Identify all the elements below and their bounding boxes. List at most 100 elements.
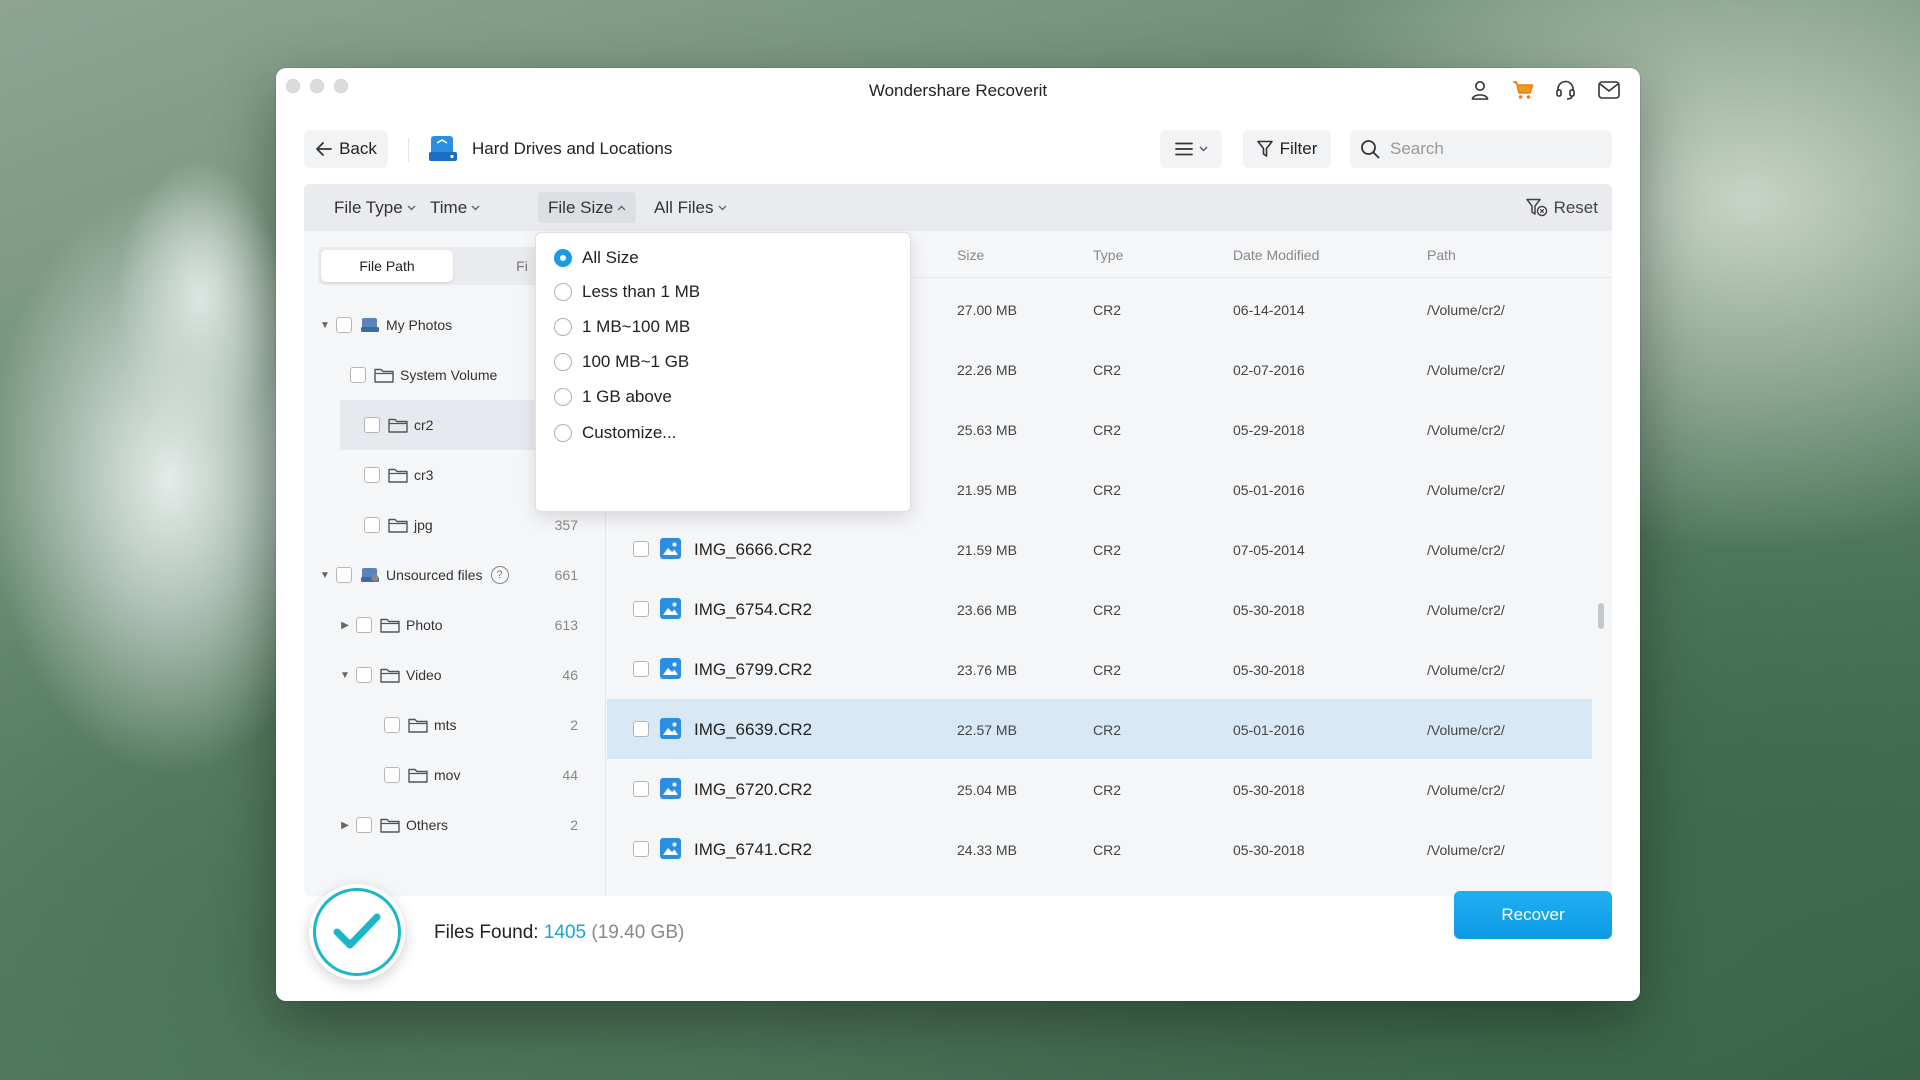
column-date-modified[interactable]: Date Modified [1233, 247, 1319, 263]
tree-item-mts[interactable]: mts 2 [304, 700, 606, 750]
headset-icon[interactable] [1554, 78, 1577, 101]
file-type: CR2 [1093, 482, 1122, 498]
file-size: 21.59 MB [957, 542, 1017, 558]
recover-button[interactable]: Recover [1454, 891, 1612, 939]
search-box[interactable] [1350, 130, 1612, 168]
file-row[interactable]: IMG_6799.CR2 23.76 MB CR2 05-30-2018/Volume… [607, 639, 1592, 699]
expand-arrow-icon[interactable]: ▼ [318, 570, 332, 581]
folder-icon [374, 368, 394, 383]
tree-checkbox[interactable] [364, 517, 380, 533]
view-mode-button[interactable] [1160, 130, 1222, 168]
time-filter[interactable]: Time [420, 192, 490, 223]
scrollbar[interactable] [1598, 603, 1604, 629]
row-checkbox[interactable] [633, 661, 649, 677]
tree-item-label: Others [406, 817, 449, 833]
file-size: 24.33 MB [957, 842, 1017, 858]
tree-item-mov[interactable]: mov 44 [304, 750, 606, 800]
image-file-icon [660, 598, 681, 619]
tree-item-label: My Photos [386, 317, 453, 333]
row-checkbox[interactable] [633, 541, 649, 557]
size-option-1mb-100mb[interactable]: 1 MB~100 MB [554, 312, 690, 342]
mail-icon[interactable] [1597, 78, 1620, 101]
tree-checkbox[interactable] [364, 467, 380, 483]
expand-arrow-icon[interactable]: ▼ [318, 320, 332, 331]
tree-checkbox[interactable] [356, 817, 372, 833]
all-files-filter[interactable]: All Files [644, 192, 737, 223]
filter-button[interactable]: Filter [1243, 130, 1331, 168]
column-type[interactable]: Type [1093, 247, 1123, 263]
tree-checkbox[interactable] [384, 717, 400, 733]
radio-button[interactable] [554, 388, 572, 406]
tree-checkbox[interactable] [336, 567, 352, 583]
image-file-icon [660, 718, 681, 739]
back-button[interactable]: Back [304, 130, 388, 168]
cart-icon[interactable] [1511, 78, 1534, 101]
size-option-1gb-above[interactable]: 1 GB above [554, 382, 672, 412]
row-checkbox[interactable] [633, 781, 649, 797]
file-row[interactable]: IMG_6639.CR2 22.57 MB CR2 05-01-2016/Volume… [607, 699, 1592, 759]
row-checkbox[interactable] [633, 601, 649, 617]
tree-item-others[interactable]: ▶ Others 2 [304, 800, 606, 850]
image-file-icon [660, 538, 681, 559]
tree-checkbox[interactable] [356, 667, 372, 683]
file-row[interactable]: IMG_6666.CR2 21.59 MB CR2 07-05-2014/Volume… [607, 519, 1592, 579]
file-type: CR2 [1093, 722, 1122, 738]
expand-arrow-icon[interactable]: ▶ [338, 820, 352, 831]
radio-button[interactable] [554, 318, 572, 336]
tree-item-unsourced-files[interactable]: ▼ Unsourced files ? 661 [304, 550, 606, 600]
file-size: 23.66 MB [957, 602, 1017, 618]
tree-item-label: mts [434, 717, 457, 733]
size-option-all[interactable]: All Size [554, 243, 639, 273]
file-name: IMG_6754.CR2 [694, 600, 813, 619]
file-date: 05-30-2018 [1233, 662, 1305, 678]
tree-item-label: Unsourced files [386, 567, 483, 583]
image-file-icon [660, 838, 681, 859]
file-size-filter[interactable]: File Size [538, 192, 637, 223]
image-file-icon [660, 778, 681, 799]
row-checkbox[interactable] [633, 721, 649, 737]
size-option-100mb-1gb[interactable]: 100 MB~1 GB [554, 347, 689, 377]
size-option-customize[interactable]: Customize... [554, 418, 676, 448]
file-name: IMG_6799.CR2 [694, 660, 813, 679]
radio-button[interactable] [554, 249, 572, 267]
radio-button[interactable] [554, 283, 572, 301]
file-row[interactable]: IMG_6754.CR2 23.66 MB CR2 05-30-2018/Volume… [607, 579, 1592, 639]
tree-checkbox[interactable] [364, 417, 380, 433]
column-size[interactable]: Size [957, 247, 984, 263]
search-input[interactable] [1390, 139, 1590, 159]
expand-arrow-icon[interactable]: ▼ [338, 670, 352, 681]
file-row-partial[interactable] [607, 879, 1592, 896]
size-option-less-than-1mb[interactable]: Less than 1 MB [554, 277, 700, 307]
radio-button[interactable] [554, 353, 572, 371]
drive-icon [361, 318, 379, 332]
tree-item-photo[interactable]: ▶ Photo 613 [304, 600, 606, 650]
folder-icon [408, 718, 428, 733]
file-type-label: File Type [334, 197, 403, 217]
expand-arrow-icon[interactable]: ▶ [338, 620, 352, 631]
tree-checkbox[interactable] [356, 617, 372, 633]
option-label: Customize... [582, 423, 677, 442]
file-row[interactable]: IMG_6741.CR2 24.33 MB CR2 05-30-2018/Volume… [607, 819, 1592, 879]
chevron-down-icon [718, 205, 727, 210]
row-checkbox[interactable] [633, 841, 649, 857]
tree-checkbox[interactable] [350, 367, 366, 383]
tree-item-video[interactable]: ▼ Video 46 [304, 650, 606, 700]
help-icon[interactable]: ? [490, 566, 509, 584]
tab-file-path[interactable]: File Path [321, 250, 453, 282]
file-type: CR2 [1093, 842, 1122, 858]
folder-icon [380, 618, 400, 633]
radio-button[interactable] [554, 424, 572, 442]
image-file-icon [660, 658, 681, 679]
tree-checkbox[interactable] [384, 767, 400, 783]
file-date: 05-29-2018 [1233, 422, 1305, 438]
column-path[interactable]: Path [1427, 247, 1456, 263]
file-type-filter[interactable]: File Type [324, 192, 426, 223]
file-row[interactable]: IMG_6720.CR2 25.04 MB CR2 05-30-2018/Volume… [607, 759, 1592, 819]
tree-item-label: cr2 [414, 417, 434, 433]
user-icon[interactable] [1468, 78, 1491, 101]
file-size: 23.76 MB [957, 662, 1017, 678]
reset-button[interactable]: Reset [1525, 192, 1598, 223]
tree-item-label: jpg [414, 517, 433, 533]
tree-checkbox[interactable] [336, 317, 352, 333]
option-label: 1 MB~100 MB [582, 317, 691, 336]
